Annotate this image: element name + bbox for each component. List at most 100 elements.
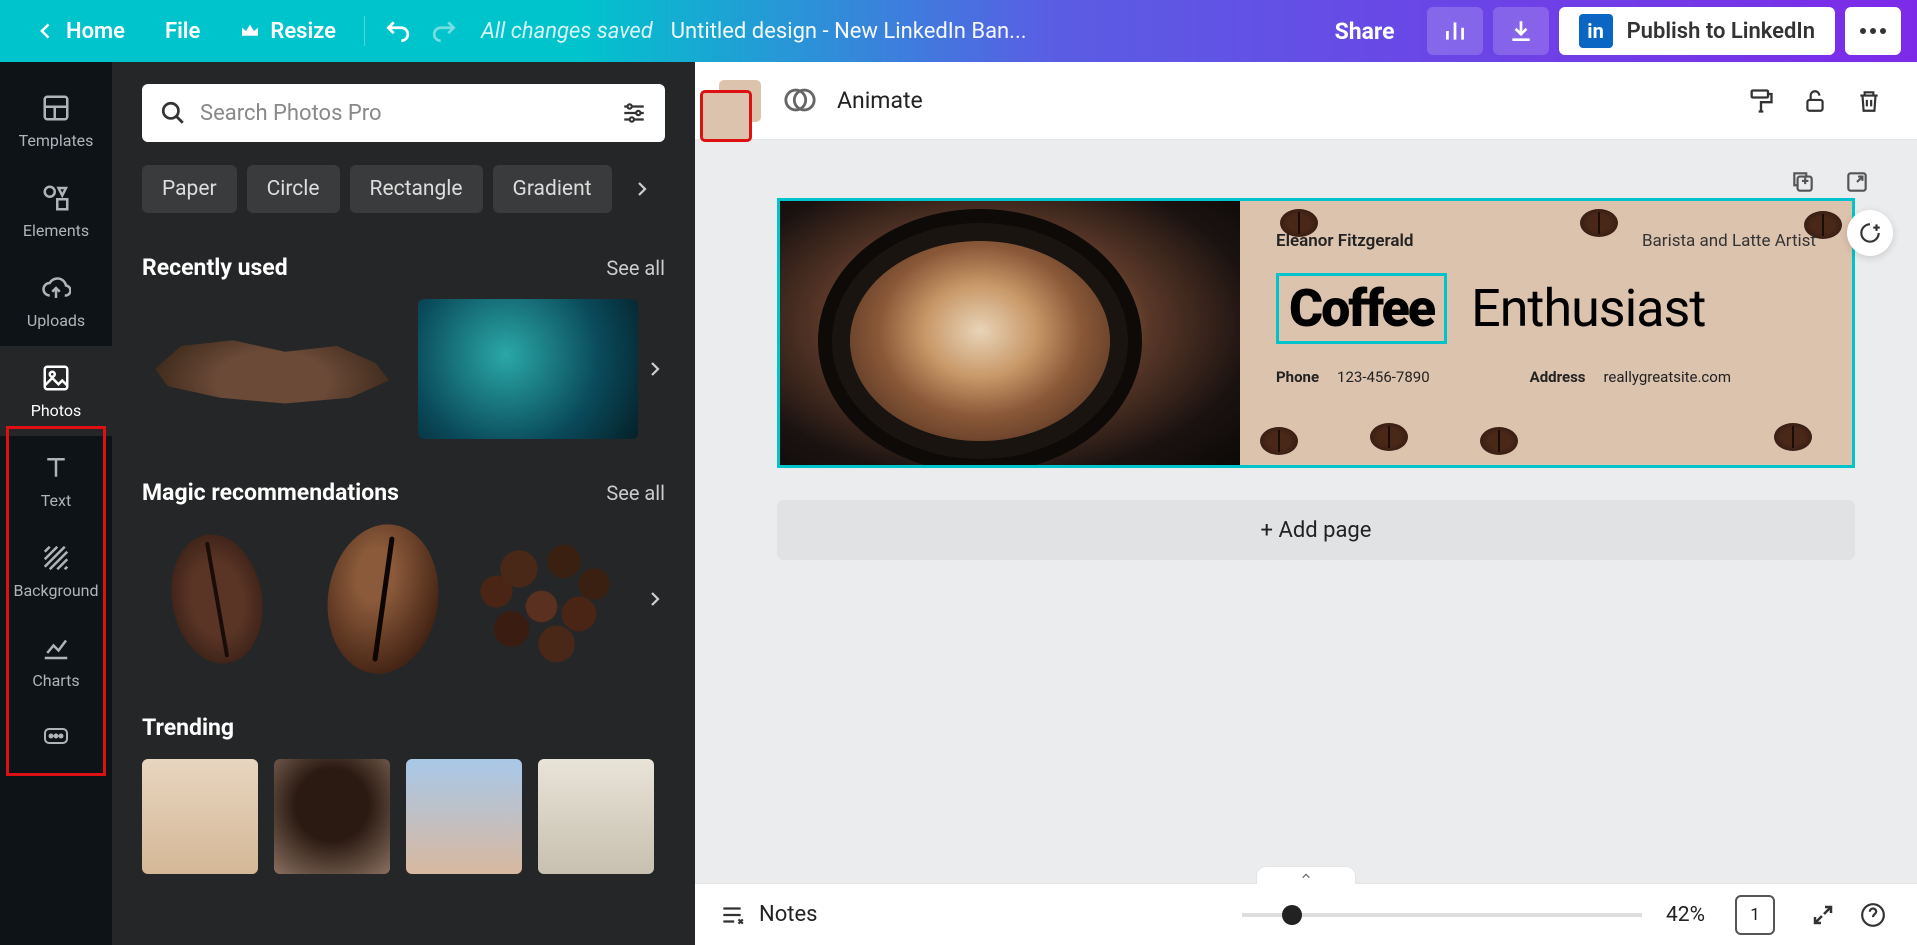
left-nav-rail: Templates Elements Uploads Photos Text B… [0,62,112,945]
linkedin-icon: in [1579,14,1613,48]
text-icon [41,453,71,483]
section-magic: Magic recommendations See all [142,479,665,506]
canvas-name[interactable]: Eleanor Fitzgerald [1276,231,1413,251]
publish-linkedin-button[interactable]: in Publish to LinkedIn [1559,7,1835,55]
add-page-button[interactable]: + Add page [777,500,1855,560]
recent-thumbs [142,299,665,439]
bar-chart-icon [1442,18,1468,44]
zoom-percent[interactable]: 42% [1666,903,1705,927]
section-trending: Trending [142,714,665,741]
canvas-coffee-image[interactable] [780,201,1240,468]
address-label[interactable]: Address [1530,368,1586,386]
chip-paper[interactable]: Paper [142,165,237,213]
search-photos[interactable] [142,84,665,142]
photos-side-panel: Paper Circle Rectangle Gradient Recently… [112,62,695,945]
phone-value[interactable]: 123-456-7890 [1337,368,1430,386]
elements-icon [41,183,71,213]
paint-roller-icon [1747,87,1775,115]
canvas-word-coffee[interactable]: Coffee [1276,273,1447,344]
file-menu[interactable]: File [145,0,220,62]
chip-circle[interactable]: Circle [247,165,340,213]
trash-icon [1856,88,1882,114]
page-count[interactable]: 1 [1735,895,1775,935]
thumb-trending-4[interactable] [538,759,654,874]
expand-icon [1844,169,1870,195]
suggestions-button[interactable] [1847,210,1893,256]
templates-icon [41,93,71,123]
design-canvas[interactable]: Eleanor Fitzgerald Barista and Latte Art… [777,198,1855,468]
canvas-role[interactable]: Barista and Latte Artist [1642,231,1816,251]
thumb-otter[interactable] [142,312,402,427]
search-input[interactable] [200,101,607,126]
magic-next[interactable] [635,579,675,619]
rail-text[interactable]: Text [0,436,112,526]
rail-background[interactable]: Background [0,526,112,616]
charts-icon [41,633,71,663]
recent-title: Recently used [142,254,288,281]
thumb-trending-2[interactable] [274,759,390,874]
rail-uploads[interactable]: Uploads [0,256,112,346]
thumb-coffee-bean-2[interactable] [308,524,458,674]
share-button[interactable]: Share [1313,7,1417,55]
chip-gradient[interactable]: Gradient [493,165,612,213]
zoom-slider[interactable] [1242,913,1642,917]
upload-cloud-icon [41,273,71,303]
address-value[interactable]: reallygreatsite.com [1603,368,1731,386]
expand-pages-handle[interactable] [1256,866,1356,884]
magic-title: Magic recommendations [142,479,399,506]
chat-plus-icon [1857,220,1883,246]
thumb-trending-3[interactable] [406,759,522,874]
duplicate-page-button[interactable] [1785,164,1821,200]
rail-more[interactable] [0,706,112,766]
lock-button[interactable] [1791,77,1839,125]
duplicate-icon [1790,169,1816,195]
canvas-word-enthusiast[interactable]: Enthusiast [1471,278,1705,339]
chip-next[interactable] [622,164,662,214]
magic-thumbs [142,524,665,674]
undo-button[interactable] [373,7,421,55]
resize-menu[interactable]: Resize [220,0,356,62]
expand-page-button[interactable] [1839,164,1875,200]
thumb-trending-1[interactable] [142,759,258,874]
chevron-right-icon [646,355,664,383]
bottom-bar: Notes 42% 1 [695,883,1917,945]
thumb-teal-texture[interactable] [418,299,638,439]
context-toolbar: Animate [695,62,1917,140]
paint-roller-button[interactable] [1737,77,1785,125]
transparency-icon [783,83,817,117]
chevron-up-icon [1298,871,1314,881]
rail-templates[interactable]: Templates [0,76,112,166]
chevron-right-icon [633,180,651,198]
thumb-coffee-bean-1[interactable] [142,524,292,674]
chip-rectangle[interactable]: Rectangle [350,165,483,213]
fullscreen-button[interactable] [1803,895,1843,935]
crown-icon [240,23,260,39]
insights-button[interactable] [1427,7,1483,55]
filter-icon[interactable] [621,100,647,126]
rail-elements[interactable]: Elements [0,166,112,256]
redo-button[interactable] [421,7,469,55]
more-menu[interactable] [1845,7,1901,55]
rail-photos[interactable]: Photos [0,346,112,436]
back-home[interactable]: Home [16,0,145,62]
zoom-handle[interactable] [1282,905,1302,925]
rail-charts[interactable]: Charts [0,616,112,706]
save-status: All changes saved [481,19,653,44]
transparency-button[interactable] [783,83,819,119]
divider [364,16,365,46]
animate-button[interactable]: Animate [837,87,923,114]
notes-icon [719,902,745,928]
help-button[interactable] [1853,895,1893,935]
background-color-swatch[interactable] [719,80,761,122]
thumb-coffee-beans-pile[interactable] [474,524,624,674]
recent-next[interactable] [635,349,675,389]
delete-button[interactable] [1845,77,1893,125]
search-icon [160,100,186,126]
notes-button[interactable]: Notes [719,902,817,928]
document-title[interactable]: Untitled design - New LinkedIn Ban... [671,19,1027,44]
section-recent: Recently used See all [142,254,665,281]
phone-label[interactable]: Phone [1276,368,1319,386]
download-button[interactable] [1493,7,1549,55]
magic-seeall[interactable]: See all [606,481,665,505]
recent-seeall[interactable]: See all [606,256,665,280]
